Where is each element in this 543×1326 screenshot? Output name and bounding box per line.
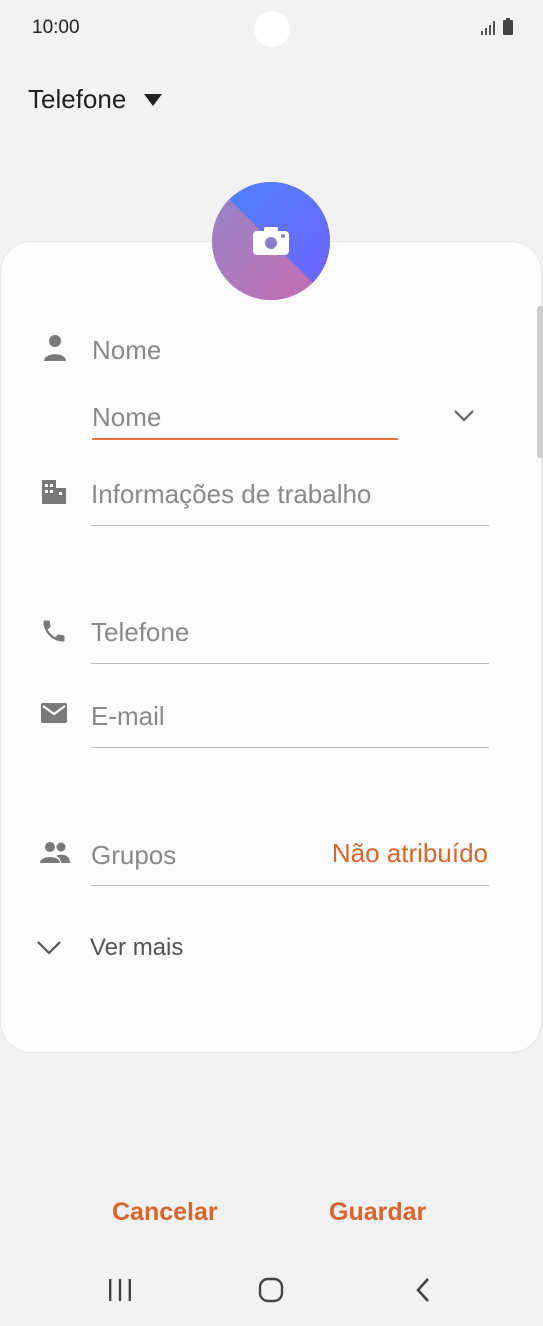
work-info-field[interactable]: Informações de trabalho	[91, 479, 371, 510]
camera-icon	[253, 227, 289, 255]
scroll-handle[interactable]	[537, 306, 543, 458]
status-time: 10:00	[32, 17, 80, 38]
status-icons	[481, 18, 513, 35]
email-icon	[41, 703, 67, 723]
save-button[interactable]: Guardar	[329, 1198, 426, 1227]
groups-underline	[91, 885, 489, 886]
chevron-down-icon	[37, 941, 61, 955]
phone-underline	[91, 663, 489, 664]
email-underline	[91, 747, 489, 748]
see-more-label: Ver mais	[90, 934, 184, 961]
account-label: Telefone	[28, 84, 127, 114]
account-selector[interactable]: Telefone	[28, 84, 163, 115]
chevron-down-icon[interactable]	[453, 409, 475, 423]
dropdown-arrow-icon	[144, 93, 163, 106]
battery-icon	[503, 18, 513, 35]
signal-icon	[481, 21, 495, 35]
add-photo-button[interactable]	[212, 182, 330, 300]
building-icon	[42, 480, 66, 504]
phone-icon	[43, 620, 65, 642]
person-icon	[44, 335, 66, 361]
name-section-label: Nome	[92, 335, 162, 365]
home-icon[interactable]	[258, 1277, 284, 1303]
cancel-button[interactable]: Cancelar	[112, 1198, 218, 1227]
recent-apps-icon[interactable]	[107, 1278, 133, 1302]
camera-cutout	[254, 11, 290, 47]
email-field[interactable]: E-mail	[91, 701, 165, 732]
contact-form-card	[1, 242, 541, 1052]
see-more-button[interactable]: Ver mais	[36, 934, 183, 962]
work-info-underline	[91, 525, 489, 526]
groups-value[interactable]: Não atribuído	[332, 838, 488, 869]
phone-field[interactable]: Telefone	[91, 617, 189, 648]
back-icon[interactable]	[415, 1277, 431, 1303]
group-icon	[40, 842, 70, 863]
name-input[interactable]	[92, 396, 398, 440]
groups-label: Grupos	[91, 840, 177, 870]
